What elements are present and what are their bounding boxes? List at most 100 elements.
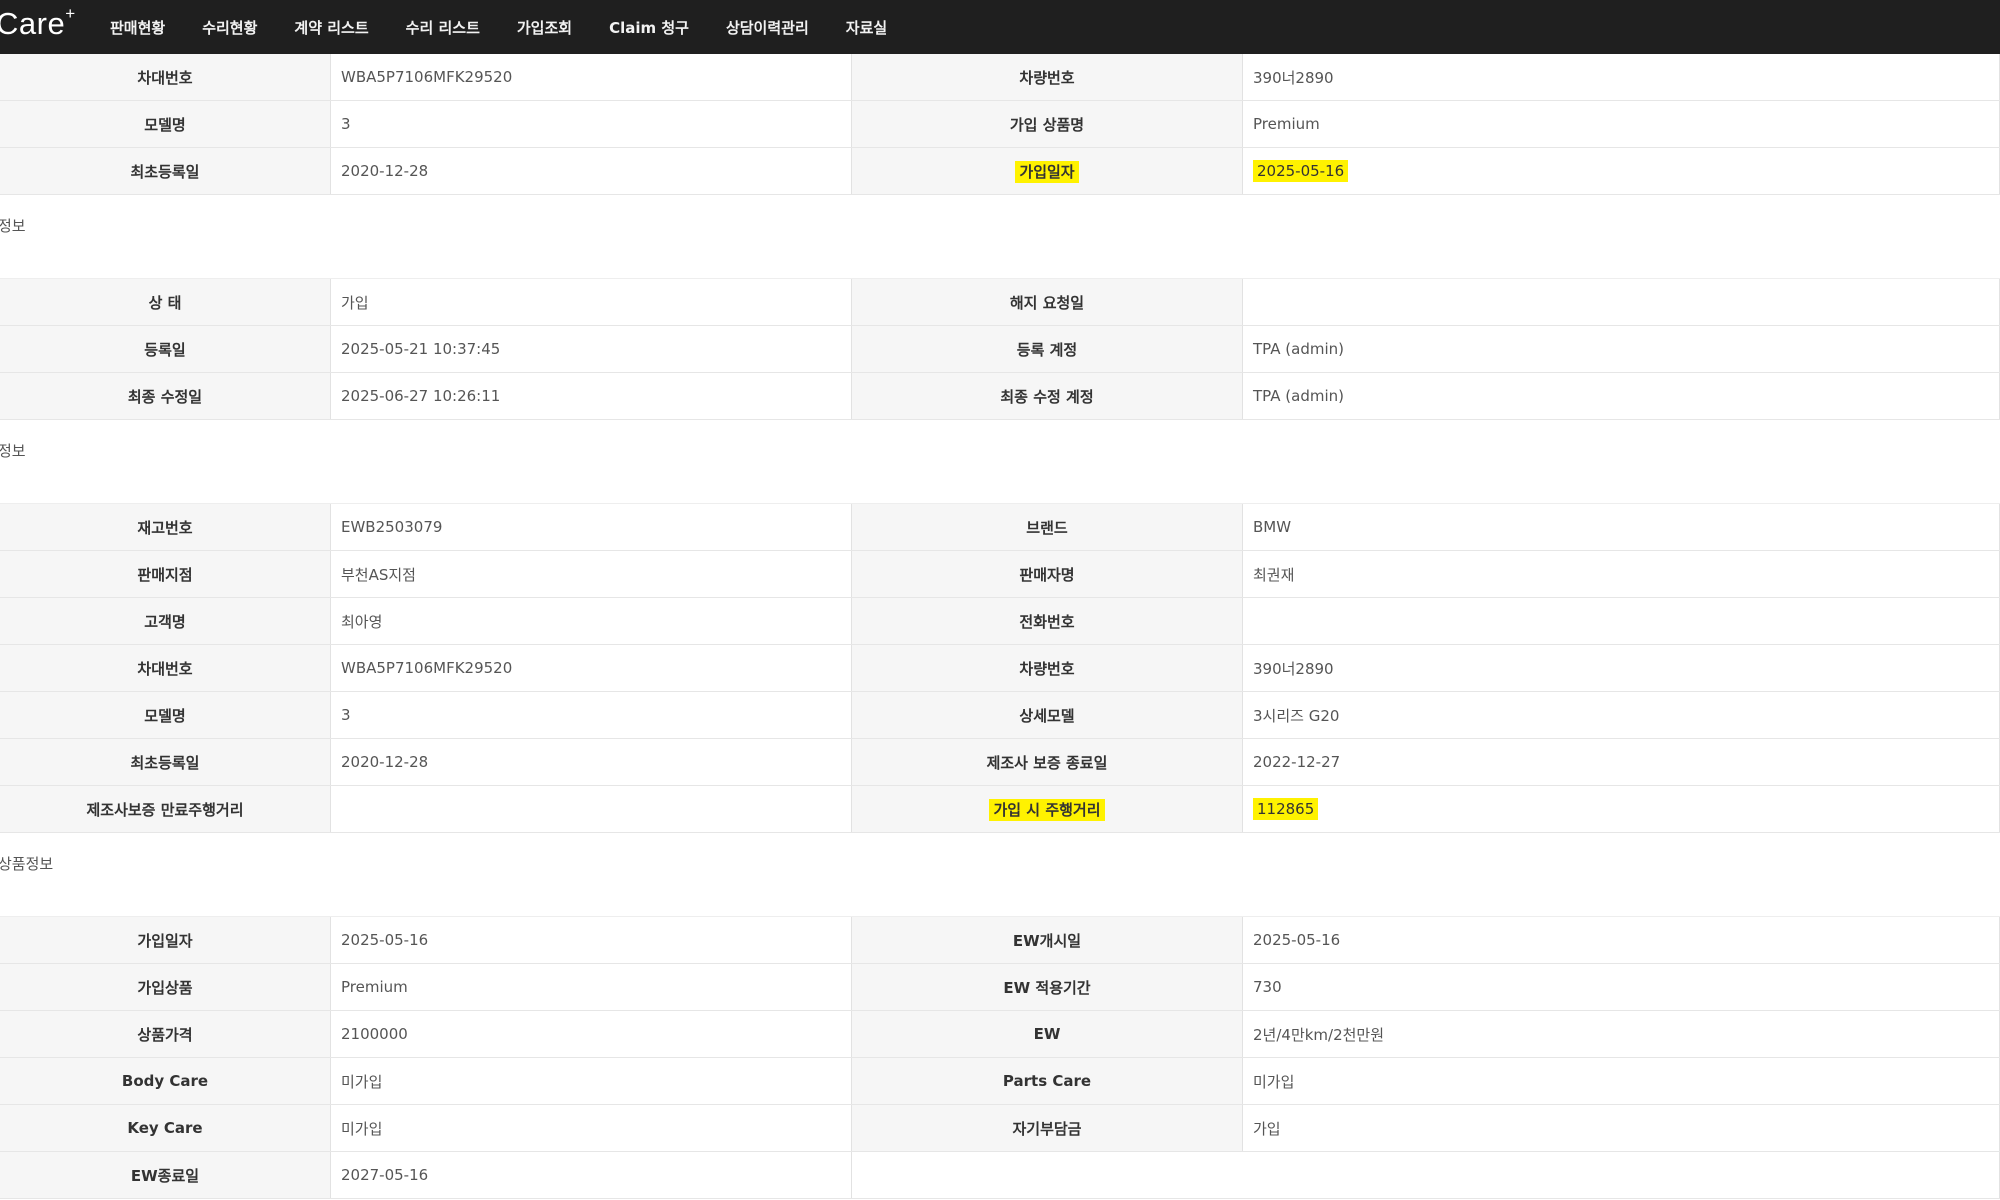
table-row: Body Care 미가입 Parts Care 미가입 xyxy=(0,1057,2000,1105)
field-label: 해지 요청일 xyxy=(851,279,1243,326)
field-value: 최아영 xyxy=(330,597,852,645)
field-label: 최초등록일 xyxy=(0,147,331,195)
field-value: EWB2503079 xyxy=(330,504,852,551)
logo-plus: + xyxy=(65,3,76,23)
nav-consultation-history[interactable]: 상담이력관리 xyxy=(726,17,809,38)
field-value: 2년/4만km/2천만원 xyxy=(1242,1010,2000,1058)
field-label: 최초등록일 xyxy=(0,738,331,786)
field-label: 차대번호 xyxy=(0,54,331,101)
field-label: 최종 수정일 xyxy=(0,372,331,420)
highlight-mark: 2025-05-16 xyxy=(1253,160,1349,182)
field-label: 차량번호 xyxy=(851,644,1243,692)
field-value xyxy=(330,785,852,833)
field-value: 2025-05-16 xyxy=(330,917,852,964)
table-row: 차대번호 WBA5P7106MFK29520 차량번호 390너2890 xyxy=(0,54,2000,101)
field-label: 제조사보증 만료주행거리 xyxy=(0,785,331,833)
field-label: 고객명 xyxy=(0,597,331,645)
field-value xyxy=(1242,279,2000,326)
empty-cell xyxy=(1242,1151,2000,1199)
top-navigation-bar: Care+ 판매현황 수리현황 계약 리스트 수리 리스트 가입조회 Claim… xyxy=(0,0,2000,54)
table-row: 최초등록일 2020-12-28 제조사 보증 종료일 2022-12-27 xyxy=(0,738,2000,786)
field-value: 3 xyxy=(330,691,852,739)
field-label: 차량번호 xyxy=(851,54,1243,101)
table-row: 제조사보증 만료주행거리 가입 시 주행거리 112865 xyxy=(0,785,2000,833)
section-title-text: 정보 xyxy=(0,217,26,235)
field-label-highlighted: 가입일자 xyxy=(851,147,1243,195)
field-label: EW 적용기간 xyxy=(851,963,1243,1011)
main-menu: 판매현황 수리현황 계약 리스트 수리 리스트 가입조회 Claim 청구 상담… xyxy=(110,0,924,54)
field-value: 미가입 xyxy=(330,1104,852,1152)
field-label: 판매지점 xyxy=(0,550,331,598)
nav-repair-status[interactable]: 수리현황 xyxy=(202,17,257,38)
nav-resources[interactable]: 자료실 xyxy=(846,17,887,38)
field-label: Parts Care xyxy=(851,1057,1243,1105)
table-row: 등록일 2025-05-21 10:37:45 등록 계정 TPA (admin… xyxy=(0,325,2000,373)
table-row: 상품가격 2100000 EW 2년/4만km/2천만원 xyxy=(0,1010,2000,1058)
field-value: 390너2890 xyxy=(1242,644,2000,692)
field-value: 최권재 xyxy=(1242,550,2000,598)
nav-claim-request[interactable]: Claim 청구 xyxy=(609,17,689,38)
field-value: Premium xyxy=(330,963,852,1011)
highlight-mark: 가입 시 주행거리 xyxy=(989,798,1105,821)
field-value: 3시리즈 G20 xyxy=(1242,691,2000,739)
field-value: TPA (admin) xyxy=(1242,372,2000,420)
field-label: 판매자명 xyxy=(851,550,1243,598)
field-label: 가입상품 xyxy=(0,963,331,1011)
field-value: 가입 xyxy=(1242,1104,2000,1152)
field-label: Body Care xyxy=(0,1057,331,1105)
field-label-highlighted: 가입 시 주행거리 xyxy=(851,785,1243,833)
field-label: 가입일자 xyxy=(0,917,331,964)
table-row: 차대번호 WBA5P7106MFK29520 차량번호 390너2890 xyxy=(0,644,2000,692)
field-label: EW xyxy=(851,1010,1243,1058)
field-label: 브랜드 xyxy=(851,504,1243,551)
field-value: Premium xyxy=(1242,100,2000,148)
field-value: 미가입 xyxy=(330,1057,852,1105)
table-row: 판매지점 부천AS지점 판매자명 최권재 xyxy=(0,550,2000,598)
field-value: WBA5P7106MFK29520 xyxy=(330,54,852,101)
field-value: 2027-05-16 xyxy=(330,1151,852,1199)
section-title-text: 상품정보 xyxy=(0,855,54,873)
highlight-mark: 112865 xyxy=(1253,798,1319,820)
table-row: 상 태 가입 해지 요청일 xyxy=(0,279,2000,326)
table-row: 모델명 3 상세모델 3시리즈 G20 xyxy=(0,691,2000,739)
field-value xyxy=(1242,597,2000,645)
table-row: 가입상품 Premium EW 적용기간 730 xyxy=(0,963,2000,1011)
nav-subscription-lookup[interactable]: 가입조회 xyxy=(517,17,572,38)
logo-text: Care xyxy=(0,6,66,41)
empty-cell xyxy=(851,1151,1243,1199)
field-value: 2020-12-28 xyxy=(330,147,852,195)
table-row: EW종료일 2027-05-16 xyxy=(0,1151,2000,1199)
nav-contract-list[interactable]: 계약 리스트 xyxy=(294,17,368,38)
section-title: 상품정보 xyxy=(0,833,2000,917)
nav-sales-status[interactable]: 판매현황 xyxy=(110,17,165,38)
field-value: BMW xyxy=(1242,504,2000,551)
table-row: Key Care 미가입 자기부담금 가입 xyxy=(0,1104,2000,1152)
detail-content: 차대번호 WBA5P7106MFK29520 차량번호 390너2890 모델명… xyxy=(0,54,2000,1199)
field-value: WBA5P7106MFK29520 xyxy=(330,644,852,692)
field-label: 상 태 xyxy=(0,279,331,326)
table-row: 가입일자 2025-05-16 EW개시일 2025-05-16 xyxy=(0,917,2000,964)
field-label: 모델명 xyxy=(0,691,331,739)
table-row: 최종 수정일 2025-06-27 10:26:11 최종 수정 계정 TPA … xyxy=(0,372,2000,420)
field-value: 부천AS지점 xyxy=(330,550,852,598)
field-value: 2020-12-28 xyxy=(330,738,852,786)
section-title-text: 정보 xyxy=(0,442,26,460)
field-label: 등록일 xyxy=(0,325,331,373)
field-label: EW종료일 xyxy=(0,1151,331,1199)
field-value: 2025-06-27 10:26:11 xyxy=(330,372,852,420)
app-logo[interactable]: Care+ xyxy=(0,3,76,42)
field-label: 차대번호 xyxy=(0,644,331,692)
product-info-table: 가입일자 2025-05-16 EW개시일 2025-05-16 가입상품 Pr… xyxy=(0,917,2000,1199)
table-row: 재고번호 EWB2503079 브랜드 BMW xyxy=(0,504,2000,551)
field-label: 제조사 보증 종료일 xyxy=(851,738,1243,786)
section-title: 정보 xyxy=(0,195,2000,279)
vehicle-info-table: 재고번호 EWB2503079 브랜드 BMW 판매지점 부천AS지점 판매자명… xyxy=(0,504,2000,833)
field-label: EW개시일 xyxy=(851,917,1243,964)
field-value: 390너2890 xyxy=(1242,54,2000,101)
field-value: 2025-05-16 xyxy=(1242,917,2000,964)
field-value: TPA (admin) xyxy=(1242,325,2000,373)
section-title: 정보 xyxy=(0,420,2000,504)
table-row: 모델명 3 가입 상품명 Premium xyxy=(0,100,2000,148)
nav-repair-list[interactable]: 수리 리스트 xyxy=(406,17,480,38)
field-label: 상세모델 xyxy=(851,691,1243,739)
